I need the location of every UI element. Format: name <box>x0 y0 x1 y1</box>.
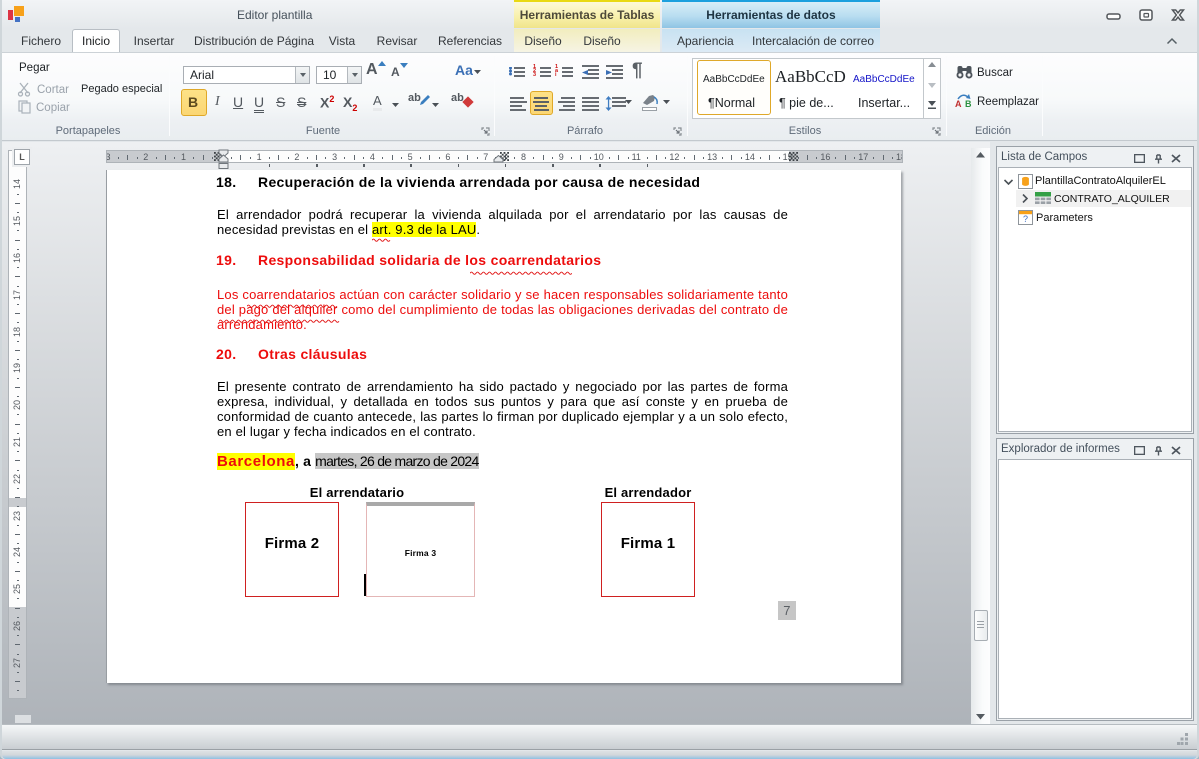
svg-text:?: ? <box>1023 214 1028 224</box>
